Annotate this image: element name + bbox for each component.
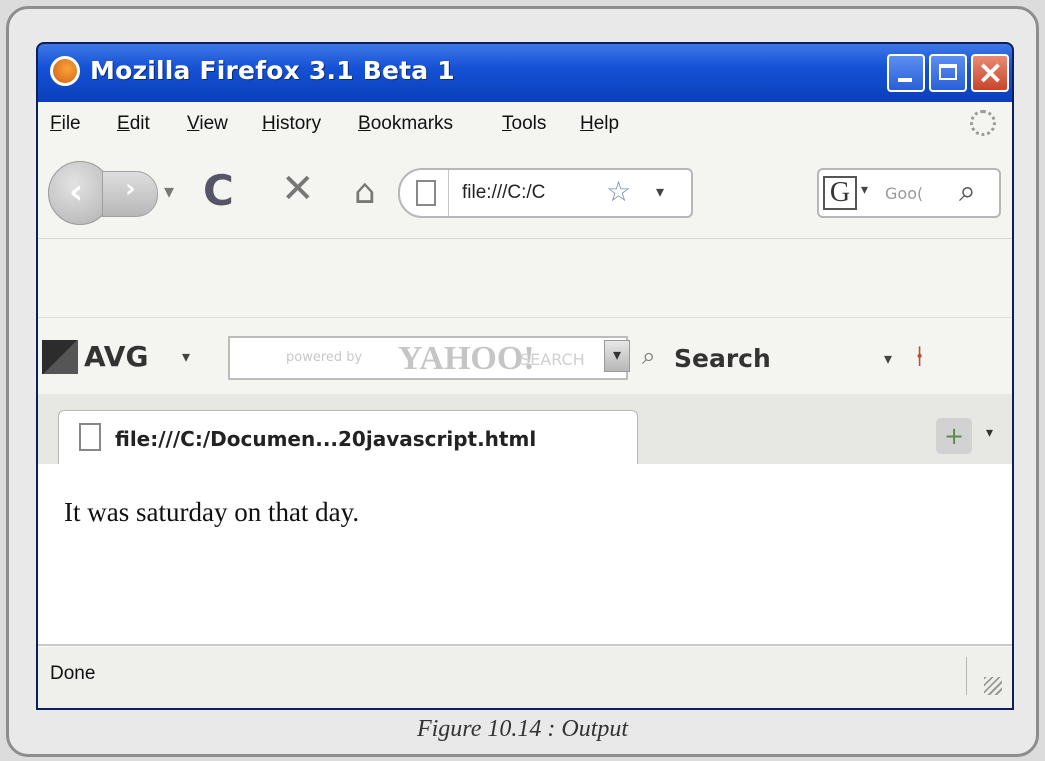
search-icon[interactable]: ⌕ (642, 342, 655, 370)
search-engine-icon[interactable]: G (823, 176, 857, 210)
search-input[interactable]: Goo( (885, 184, 923, 203)
menu-edit[interactable]: Edit (117, 113, 150, 135)
menu-file[interactable]: File (50, 113, 81, 135)
yahoo-search-input[interactable]: powered by YAHOO! SEARCH (228, 336, 628, 380)
status-separator (966, 657, 967, 695)
url-dropdown-icon[interactable]: ▾ (656, 182, 664, 201)
forward-arrow-icon: › (125, 174, 136, 204)
title-bar[interactable]: Mozilla Firefox 3.1 Beta 1 × (38, 44, 1012, 102)
back-arrow-icon: ‹ (69, 172, 84, 212)
avg-brand[interactable]: AVG (84, 340, 148, 373)
powered-by-label: powered by (286, 350, 363, 365)
firefox-window: Mozilla Firefox 3.1 Beta 1 × File Edit V… (36, 42, 1014, 710)
navigation-toolbar: ‹ › ▾ C ✕ ⌂ file:///C:/C ☆ ▾ G ▾ Goo( ⌕ (38, 146, 1012, 239)
history-dropdown-icon[interactable]: ▾ (164, 179, 174, 203)
menu-help[interactable]: Help (580, 113, 619, 135)
maximize-button[interactable] (929, 54, 967, 92)
star-icon[interactable]: ☆ (606, 175, 631, 208)
yahoo-logo: YAHOO! (398, 340, 535, 377)
menu-tools[interactable]: Tools (502, 113, 546, 135)
new-tab-button[interactable]: + (936, 418, 972, 454)
firefox-icon (50, 56, 80, 86)
minimize-icon (898, 78, 912, 82)
minimize-button[interactable] (887, 54, 925, 92)
menu-view[interactable]: View (187, 113, 228, 135)
avg-dropdown-icon[interactable]: ▾ (182, 347, 190, 366)
avg-toolbar: AVG ▾ powered by YAHOO! SEARCH ▾ ⌕ Searc… (38, 318, 1012, 394)
bookmarks-toolbar (38, 239, 1012, 318)
resize-grip-icon[interactable] (984, 677, 1002, 695)
window-title: Mozilla Firefox 3.1 Beta 1 (90, 56, 455, 85)
toolbar-extra-icon[interactable]: ⍿ (916, 340, 923, 374)
forward-button[interactable]: › (102, 171, 158, 217)
maximize-icon (939, 64, 957, 80)
page-content: It was saturday on that day. (38, 464, 1012, 646)
close-icon: × (977, 53, 1004, 91)
status-text: Done (50, 663, 96, 684)
tab-list-dropdown-icon[interactable]: ▾ (986, 425, 993, 441)
page-icon (416, 180, 436, 206)
figure-caption: Figure 10.14 : Output (416, 716, 629, 742)
magnifier-icon[interactable]: ⌕ (959, 174, 976, 209)
address-bar[interactable]: file:///C:/C ☆ ▾ (398, 168, 693, 218)
close-button[interactable]: × (971, 54, 1009, 92)
menu-bookmarks[interactable]: Bookmarks (358, 113, 453, 135)
search-engine-dropdown-icon[interactable]: ▾ (861, 182, 868, 198)
tab-active[interactable]: file:///C:/Documen...20javascript.html (58, 410, 638, 465)
stop-icon[interactable]: ✕ (281, 166, 315, 212)
menu-bar: File Edit View History Bookmarks Tools H… (38, 102, 1012, 146)
home-icon[interactable]: ⌂ (354, 172, 376, 212)
reload-icon[interactable]: C (203, 166, 234, 215)
yahoo-search-hint: SEARCH (520, 350, 585, 369)
url-text[interactable]: file:///C:/C (462, 182, 545, 204)
avg-logo-icon (42, 340, 78, 374)
search-box[interactable]: G ▾ Goo( ⌕ (817, 168, 1001, 218)
throbber-icon (970, 110, 996, 136)
tab-bar: file:///C:/Documen...20javascript.html +… (38, 394, 1012, 466)
page-body-text: It was saturday on that day. (64, 497, 360, 527)
status-bar: Done (38, 646, 1012, 708)
avg-search-button[interactable]: Search (674, 344, 771, 373)
avg-search-dropdown-icon[interactable]: ▾ (884, 349, 892, 368)
page-icon (79, 423, 101, 451)
url-separator (448, 170, 449, 216)
yahoo-dropdown-button[interactable]: ▾ (604, 340, 630, 372)
tab-title: file:///C:/Documen...20javascript.html (115, 427, 537, 451)
menu-history[interactable]: History (262, 113, 321, 135)
